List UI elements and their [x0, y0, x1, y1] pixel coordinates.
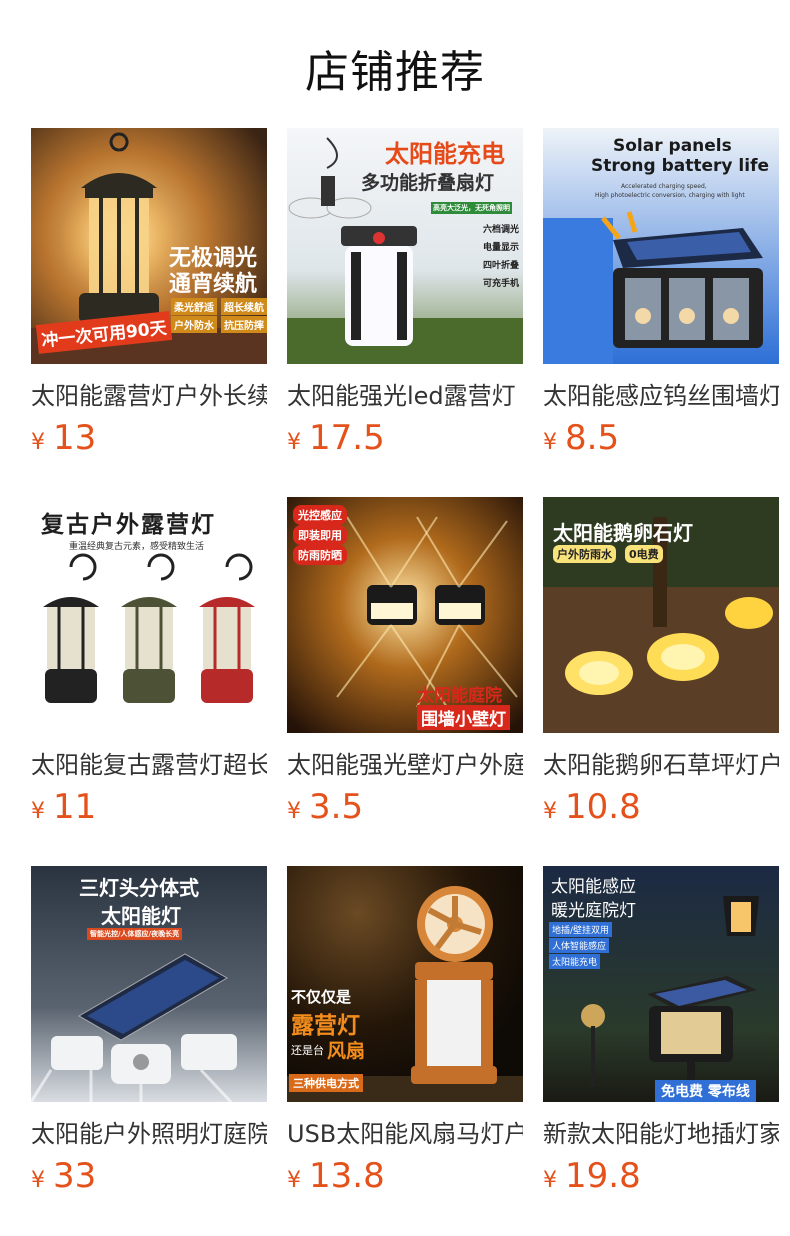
currency-symbol: ¥	[543, 1168, 557, 1193]
currency-symbol: ¥	[287, 799, 301, 824]
overlay-tag: 智能光控/人体感应/夜晚长亮	[87, 928, 183, 940]
overlay-text: 露营灯	[291, 1013, 360, 1039]
product-image[interactable]: 太阳能鹅卵石灯 户外防雨水 0电费	[543, 497, 779, 733]
overlay-tag: 四叶折叠	[483, 261, 520, 271]
price-value: 19.8	[565, 1156, 641, 1196]
product-grid: 无极调光 通宵续航 柔光舒适 超长续航 户外防水 抗压防摔 冲一次可用90天 太…	[31, 128, 779, 1228]
product-image[interactable]: 太阳能感应 暖光庭院灯 地插/壁挂双用 人体智能感应 太阳能充电 免电费 零布线	[543, 866, 779, 1102]
product-name[interactable]: 太阳能强光led露营灯	[287, 378, 523, 414]
product-name[interactable]: 太阳能露营灯户外长续航	[31, 378, 267, 414]
overlay-tag: 太阳能充电	[549, 954, 601, 969]
product-image[interactable]: 光控感应 即装即用 防雨防晒 太阳能庭院 围墙小壁灯	[287, 497, 523, 733]
currency-symbol: ¥	[287, 1168, 301, 1193]
product-price: ¥13.8	[287, 1156, 385, 1196]
currency-symbol: ¥	[287, 430, 301, 455]
product-name[interactable]: 太阳能复古露营灯超长续航	[31, 747, 267, 783]
overlay-text: 还是台	[291, 1044, 324, 1057]
overlay-text: 不仅仅是	[291, 988, 352, 1006]
currency-symbol: ¥	[31, 1168, 45, 1193]
overlay-text: 多功能折叠扇灯	[361, 172, 495, 194]
overlay-tag: 地插/壁挂双用	[549, 922, 613, 937]
page-title: 店铺推荐	[305, 47, 485, 98]
overlay-banner: 免电费 零布线	[655, 1080, 756, 1102]
currency-symbol: ¥	[31, 799, 45, 824]
overlay-text: 通宵续航	[169, 272, 258, 297]
overlay-text: 太阳能鹅卵石灯	[553, 521, 693, 545]
overlay-text: High photoelectric conversion, charging …	[595, 192, 745, 199]
overlay-text: Strong battery life	[591, 156, 770, 176]
overlay-text: Accelerated charging speed,	[621, 183, 707, 190]
product-name[interactable]: 新款太阳能灯地插灯家用	[543, 1116, 779, 1152]
product-image[interactable]: 无极调光 通宵续航 柔光舒适 超长续航 户外防水 抗压防摔 冲一次可用90天	[31, 128, 267, 364]
price-value: 8.5	[565, 418, 620, 458]
product-image[interactable]: 三灯头分体式 太阳能灯 智能光控/人体感应/夜晚长亮	[31, 866, 267, 1102]
price-value: 17.5	[309, 418, 385, 458]
currency-symbol: ¥	[543, 430, 557, 455]
overlay-tag: 户外防雨水	[553, 545, 616, 563]
product-name[interactable]: 太阳能户外照明灯庭院	[31, 1116, 267, 1152]
price-value: 13.8	[309, 1156, 385, 1196]
overlay-text: Solar panels	[613, 136, 732, 156]
overlay-tag: 高亮大泛光，无死角照明	[431, 202, 512, 214]
overlay-text: 太阳能庭院	[417, 686, 502, 706]
price-value: 13	[53, 418, 97, 458]
overlay-text: 重温经典复古元素，感受精致生活	[69, 542, 205, 552]
overlay-tag: 防雨防晒	[293, 545, 347, 565]
product-price: ¥13	[31, 418, 96, 458]
currency-symbol: ¥	[31, 430, 45, 455]
product-image[interactable]: 太阳能充电 多功能折叠扇灯 高亮大泛光，无死角照明 六档调光 电量显示 四叶折叠…	[287, 128, 523, 364]
overlay-text: 太阳能灯	[101, 904, 181, 928]
price-value: 3.5	[309, 787, 364, 827]
product-price: ¥3.5	[287, 787, 363, 827]
overlay-tag: 三种供电方式	[289, 1074, 363, 1092]
overlay-tag: 抗压防摔	[221, 316, 267, 333]
overlay-tag: 可充手机	[483, 279, 520, 289]
product-image[interactable]: 复古户外露营灯 重温经典复古元素，感受精致生活	[31, 497, 267, 733]
price-value: 33	[53, 1156, 97, 1196]
overlay-tag: 户外防水	[171, 316, 217, 333]
overlay-text: 风扇	[327, 1040, 366, 1062]
product-price: ¥17.5	[287, 418, 385, 458]
fan-lantern-image	[287, 866, 523, 1102]
overlay-tag: 柔光舒适	[171, 298, 217, 315]
product-name[interactable]: USB太阳能风扇马灯户外	[287, 1116, 523, 1152]
product-price: ¥11	[31, 787, 96, 827]
overlay-text: 复古户外露营灯	[41, 511, 216, 538]
overlay-tag: 六档调光	[483, 225, 520, 235]
overlay-text: 暖光庭院灯	[551, 901, 636, 921]
overlay-text: 太阳能感应	[551, 877, 636, 897]
overlay-tag: 即装即用	[293, 525, 347, 545]
currency-symbol: ¥	[543, 799, 557, 824]
product-price: ¥19.8	[543, 1156, 641, 1196]
product-image[interactable]: 不仅仅是 露营灯 还是台 风扇 三种供电方式	[287, 866, 523, 1102]
product-price: ¥8.5	[543, 418, 619, 458]
product-price: ¥10.8	[543, 787, 641, 827]
price-value: 10.8	[565, 787, 641, 827]
product-name[interactable]: 太阳能鹅卵石草坪灯户外	[543, 747, 779, 783]
product-name[interactable]: 太阳能强光壁灯户外庭院	[287, 747, 523, 783]
product-name[interactable]: 太阳能感应钨丝围墙灯	[543, 378, 779, 414]
overlay-text: 太阳能充电	[385, 140, 505, 168]
overlay-text: 围墙小壁灯	[417, 705, 510, 730]
price-value: 11	[53, 787, 97, 827]
product-price: ¥33	[31, 1156, 96, 1196]
overlay-text: 三灯头分体式	[79, 876, 199, 900]
overlay-tag: 0电费	[625, 545, 663, 563]
overlay-tag: 人体智能感应	[549, 938, 610, 953]
overlay-tag: 电量显示	[483, 243, 520, 253]
product-image[interactable]: Solar panels Strong battery life Acceler…	[543, 128, 779, 364]
overlay-tag: 光控感应	[293, 505, 347, 525]
overlay-tag: 超长续航	[221, 298, 267, 315]
